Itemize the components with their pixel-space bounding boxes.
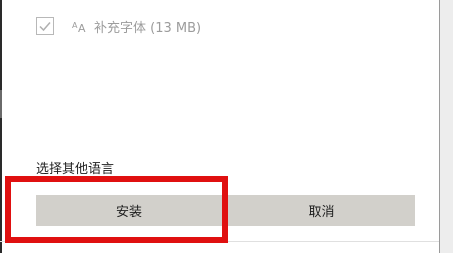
svg-text:A: A	[78, 22, 86, 33]
feature-label: 补充字体 (13 MB)	[94, 20, 202, 36]
window-left-border-mark	[0, 90, 2, 118]
dialog-bottom-divider	[0, 241, 439, 242]
scrollbar-track[interactable]	[439, 0, 453, 253]
checkmark-icon	[39, 22, 51, 32]
choose-other-language-label: 选择其他语言	[36, 162, 115, 177]
font-icon: A A	[72, 19, 90, 33]
install-button[interactable]: 安装	[36, 195, 222, 226]
optional-feature-row: A A 补充字体 (13 MB)	[36, 15, 201, 37]
window-left-border	[0, 0, 2, 253]
cancel-button[interactable]: 取消	[228, 195, 415, 226]
feature-checkbox[interactable]	[36, 17, 54, 35]
